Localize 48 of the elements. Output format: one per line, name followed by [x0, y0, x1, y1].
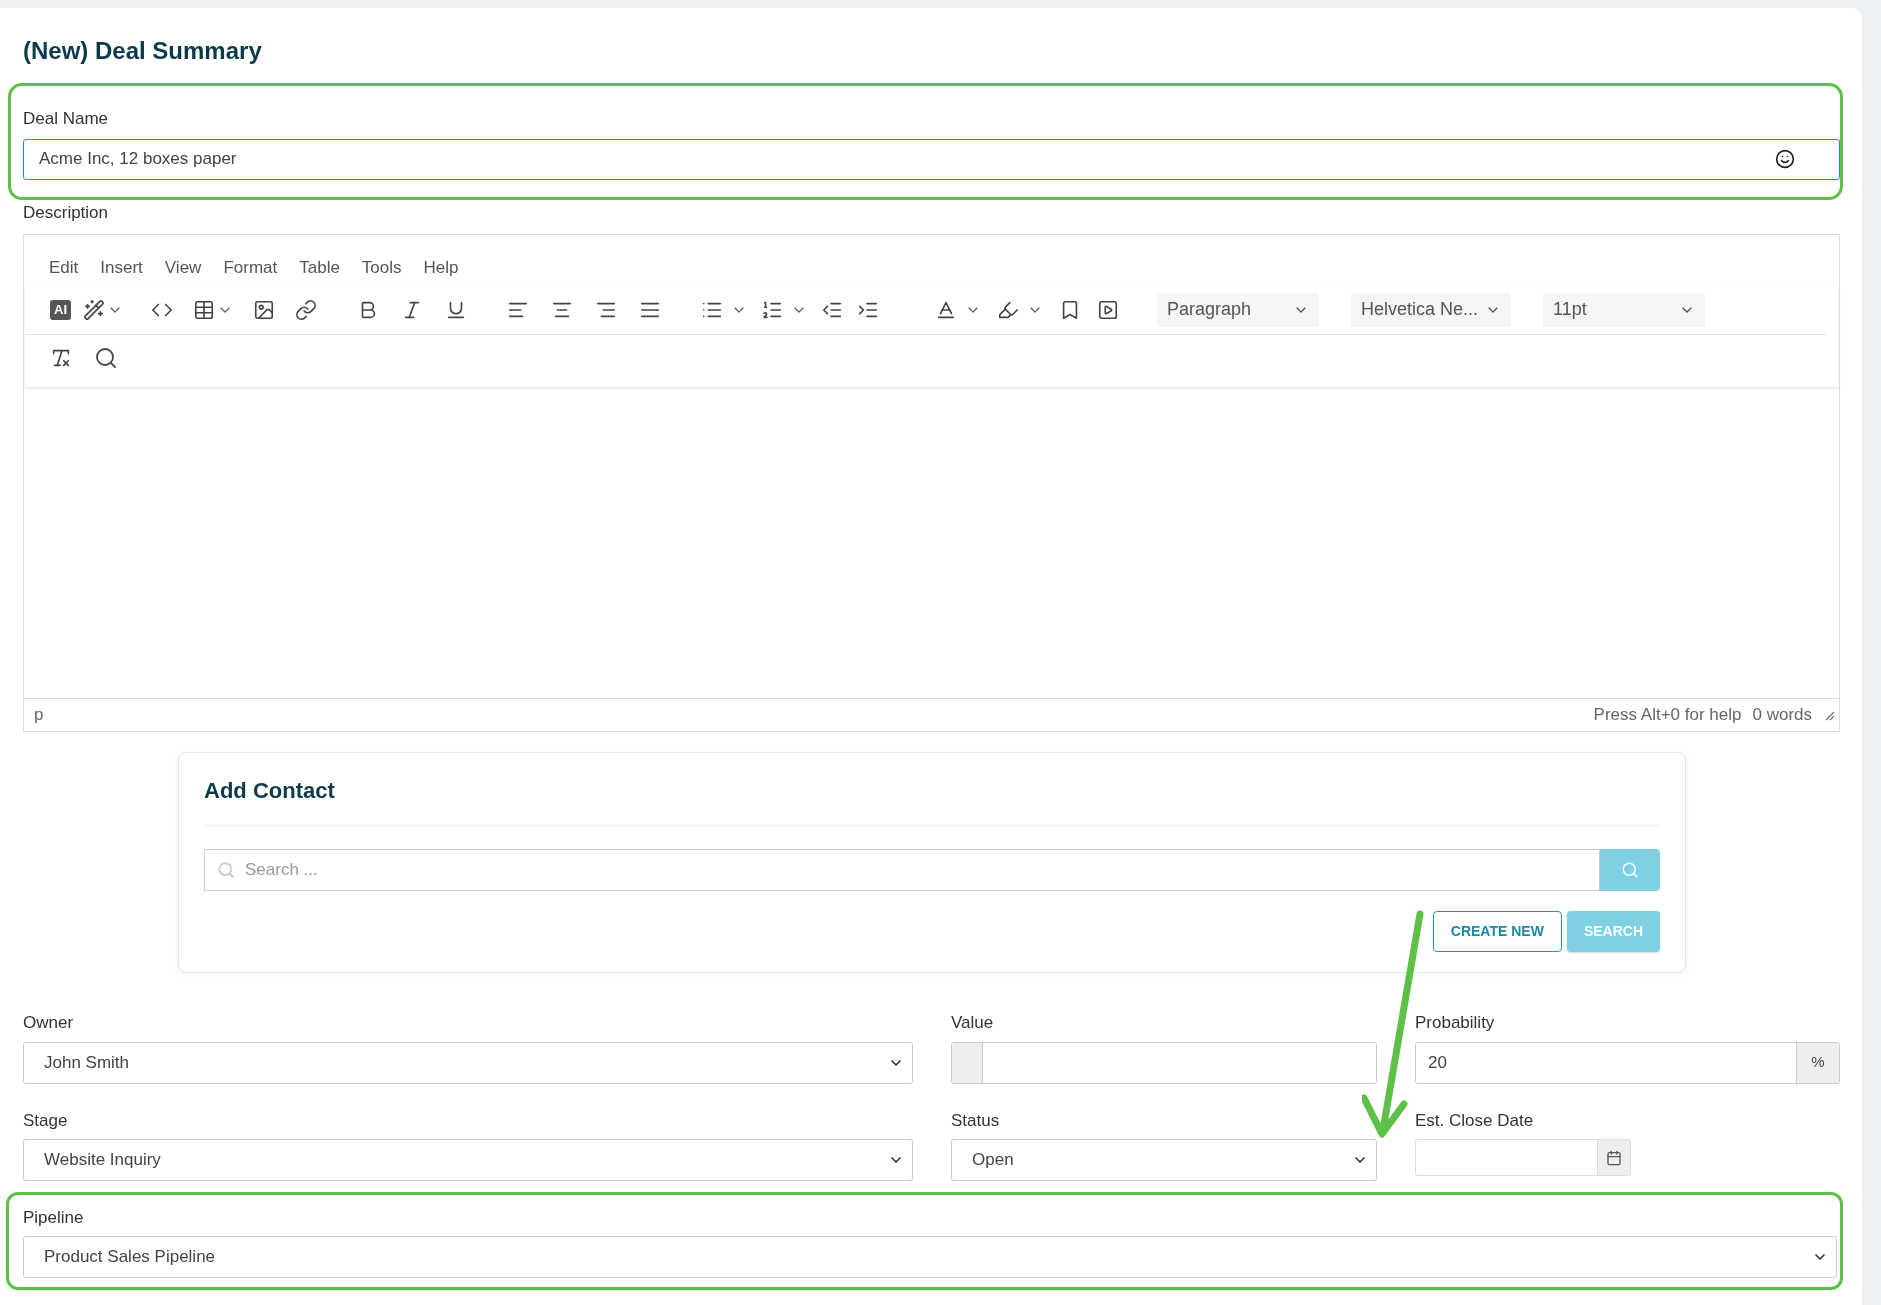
toolbar-dropdown[interactable]: 11pt	[1543, 292, 1705, 327]
field-label: Value	[951, 1012, 995, 1034]
input-addon: %	[1796, 1042, 1839, 1083]
menu-item[interactable]: Table	[299, 254, 340, 281]
date-field[interactable]	[1415, 1139, 1631, 1176]
element-path: p	[34, 704, 44, 727]
action-button[interactable]: CREATE NEW	[1432, 911, 1562, 952]
menu-item[interactable]: Format	[223, 254, 278, 281]
media-icon[interactable]	[1097, 298, 1119, 321]
emoji-icon[interactable]	[1775, 149, 1795, 169]
table-icon[interactable]	[193, 298, 215, 321]
menu-item[interactable]: Help	[423, 254, 459, 281]
deal-name-input[interactable]: Acme Inc, 12 boxes paper	[23, 138, 1840, 180]
clear-formatting-icon[interactable]	[50, 347, 72, 369]
resize-handle-icon[interactable]	[1823, 709, 1835, 721]
field-label: Status	[951, 1109, 1001, 1132]
link-icon[interactable]	[295, 298, 317, 321]
card-title: Add Contact	[204, 777, 335, 805]
field-label: Pipeline	[23, 1207, 84, 1229]
search-icon[interactable]	[94, 346, 118, 370]
search-icon	[217, 861, 235, 879]
input-addon	[952, 1042, 983, 1083]
menu-item[interactable]: Tools	[361, 254, 402, 281]
select-field[interactable]: Website Inquiry	[23, 1139, 913, 1181]
input-field[interactable]: 20 %	[1415, 1041, 1840, 1084]
menu-item[interactable]: View	[164, 254, 202, 281]
field-label: Stage	[23, 1109, 69, 1132]
field-label: Description	[23, 201, 109, 224]
help-hint: Press Alt+0 for help	[1593, 704, 1742, 727]
menu-item[interactable]: Insert	[100, 254, 143, 281]
field-label: Owner	[23, 1012, 75, 1034]
toolbar-dropdown[interactable]: Paragraph	[1157, 292, 1319, 327]
toolbar-dropdown[interactable]: Helvetica Ne...	[1351, 292, 1511, 327]
ai-button[interactable]: AI	[50, 299, 71, 320]
field-label: Probability	[1415, 1012, 1496, 1034]
select-field[interactable]: Product Sales Pipeline	[23, 1235, 1837, 1278]
magic-wand-icon[interactable]	[83, 298, 105, 321]
field-label: Est. Close Date	[1415, 1109, 1535, 1132]
select-field[interactable]: Open	[951, 1139, 1377, 1181]
menu-item[interactable]: Edit	[49, 254, 79, 281]
word-count: 0 words	[1752, 704, 1812, 727]
image-icon[interactable]	[253, 298, 275, 321]
page-title: (New) Deal Summary	[23, 36, 263, 66]
select-field[interactable]: John Smith	[23, 1041, 913, 1084]
field-label: Deal Name	[23, 108, 109, 130]
search-icon	[1621, 861, 1639, 879]
calendar-icon[interactable]	[1597, 1140, 1630, 1175]
value-input[interactable]	[951, 1041, 1377, 1084]
